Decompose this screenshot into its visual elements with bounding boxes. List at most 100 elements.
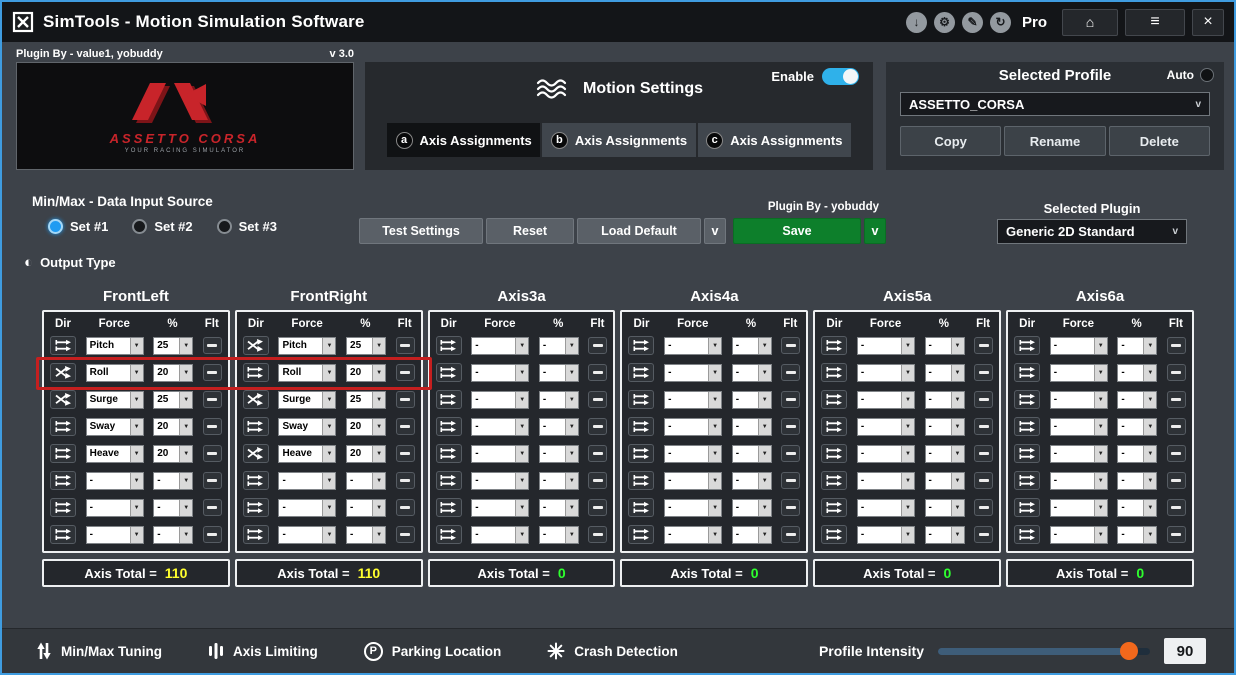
percent-select[interactable]: - ▼ — [1117, 336, 1158, 355]
percent-select[interactable]: - ▼ — [538, 417, 579, 436]
filter-button[interactable] — [202, 418, 222, 435]
filter-button[interactable] — [781, 445, 801, 462]
percent-select[interactable]: - ▼ — [1117, 444, 1158, 463]
percent-select[interactable]: 20 ▼ — [346, 363, 387, 382]
percent-select[interactable]: - ▼ — [731, 363, 772, 382]
tab-axis-assignments-b[interactable]: b Axis Assignments — [542, 123, 696, 157]
direction-toggle-button[interactable] — [435, 444, 462, 463]
direction-toggle-button[interactable] — [821, 525, 848, 544]
filter-button[interactable] — [974, 526, 994, 543]
direction-toggle-button[interactable] — [1014, 498, 1041, 517]
percent-select[interactable]: 20 ▼ — [153, 417, 194, 436]
delete-button[interactable]: Delete — [1108, 126, 1210, 156]
direction-toggle-button[interactable] — [242, 390, 269, 409]
load-default-dropdown-button[interactable]: v — [704, 218, 726, 244]
menu-button[interactable]: ≡ — [1125, 8, 1185, 36]
direction-toggle-button[interactable] — [821, 498, 848, 517]
force-select[interactable]: - ▼ — [471, 498, 530, 517]
direction-toggle-button[interactable] — [1014, 471, 1041, 490]
direction-toggle-button[interactable] — [242, 363, 269, 382]
tab-axis-assignments-c[interactable]: c Axis Assignments — [697, 123, 851, 157]
filter-button[interactable] — [588, 364, 608, 381]
percent-select[interactable]: - ▼ — [731, 417, 772, 436]
force-select[interactable]: - ▼ — [1049, 417, 1108, 436]
filter-button[interactable] — [588, 472, 608, 489]
percent-select[interactable]: - ▼ — [346, 525, 387, 544]
force-select[interactable]: Surge ▼ — [278, 390, 337, 409]
force-select[interactable]: - ▼ — [856, 471, 915, 490]
filter-button[interactable] — [781, 499, 801, 516]
force-select[interactable]: - ▼ — [1049, 444, 1108, 463]
percent-select[interactable]: - ▼ — [731, 525, 772, 544]
filter-button[interactable] — [1166, 499, 1186, 516]
save-dropdown-button[interactable]: v — [864, 218, 886, 244]
direction-toggle-button[interactable] — [628, 363, 655, 382]
force-select[interactable]: - ▼ — [856, 444, 915, 463]
radio-set-2[interactable]: Set #2 — [132, 219, 193, 234]
profile-intensity-slider[interactable] — [938, 642, 1150, 660]
direction-toggle-button[interactable] — [50, 417, 76, 436]
direction-toggle-button[interactable] — [1014, 417, 1041, 436]
parking-location-button[interactable]: P Parking Location — [363, 641, 501, 661]
direction-toggle-button[interactable] — [1014, 363, 1041, 382]
filter-button[interactable] — [1166, 526, 1186, 543]
direction-toggle-button[interactable] — [50, 525, 76, 544]
radio-icon[interactable] — [216, 219, 232, 234]
percent-select[interactable]: - ▼ — [538, 363, 579, 382]
force-select[interactable]: - ▼ — [664, 417, 723, 436]
force-select[interactable]: - ▼ — [664, 363, 723, 382]
filter-button[interactable] — [781, 418, 801, 435]
filter-button[interactable] — [588, 418, 608, 435]
percent-select[interactable]: - ▼ — [731, 336, 772, 355]
filter-button[interactable] — [1166, 418, 1186, 435]
filter-button[interactable] — [1166, 364, 1186, 381]
filter-button[interactable] — [974, 499, 994, 516]
percent-select[interactable]: - ▼ — [153, 525, 194, 544]
direction-toggle-button[interactable] — [821, 390, 848, 409]
direction-toggle-button[interactable] — [628, 498, 655, 517]
radio-set-3[interactable]: Set #3 — [216, 219, 277, 234]
filter-button[interactable] — [588, 391, 608, 408]
force-select[interactable]: - ▼ — [1049, 336, 1108, 355]
force-select[interactable]: - ▼ — [856, 390, 915, 409]
force-select[interactable]: - ▼ — [664, 390, 723, 409]
percent-select[interactable]: - ▼ — [1117, 390, 1158, 409]
percent-select[interactable]: - ▼ — [538, 336, 579, 355]
force-select[interactable]: - ▼ — [278, 498, 337, 517]
filter-button[interactable] — [395, 337, 415, 354]
force-select[interactable]: Sway ▼ — [278, 417, 337, 436]
direction-toggle-button[interactable] — [435, 417, 462, 436]
radio-icon[interactable] — [132, 219, 148, 234]
direction-toggle-button[interactable] — [242, 417, 269, 436]
filter-button[interactable] — [588, 499, 608, 516]
copy-button[interactable]: Copy — [900, 126, 1002, 156]
percent-select[interactable]: - ▼ — [924, 471, 965, 490]
force-select[interactable]: - ▼ — [471, 363, 530, 382]
direction-toggle-button[interactable] — [435, 390, 462, 409]
load-default-button[interactable]: Load Default — [577, 218, 701, 244]
force-select[interactable]: - ▼ — [856, 363, 915, 382]
direction-toggle-button[interactable] — [242, 471, 269, 490]
force-select[interactable]: - ▼ — [85, 471, 144, 490]
min-max-tuning-button[interactable]: Min/Max Tuning — [36, 642, 162, 660]
close-button[interactable]: × — [1192, 8, 1224, 36]
percent-select[interactable]: - ▼ — [924, 444, 965, 463]
direction-toggle-button[interactable] — [50, 390, 76, 409]
auto-option[interactable]: Auto — [1167, 68, 1214, 82]
radio-set-1[interactable]: Set #1 — [48, 219, 108, 234]
force-select[interactable]: - ▼ — [856, 525, 915, 544]
settings-icon[interactable]: ⚙ — [933, 11, 955, 33]
percent-select[interactable]: - ▼ — [538, 498, 579, 517]
test-settings-button[interactable]: Test Settings — [359, 218, 483, 244]
filter-button[interactable] — [781, 337, 801, 354]
direction-toggle-button[interactable] — [821, 336, 848, 355]
percent-select[interactable]: - ▼ — [1117, 471, 1158, 490]
filter-button[interactable] — [395, 391, 415, 408]
filter-button[interactable] — [202, 472, 222, 489]
direction-toggle-button[interactable] — [242, 336, 269, 355]
direction-toggle-button[interactable] — [50, 363, 76, 382]
force-select[interactable]: - ▼ — [278, 525, 337, 544]
percent-select[interactable]: - ▼ — [924, 390, 965, 409]
direction-toggle-button[interactable] — [435, 525, 462, 544]
percent-select[interactable]: 25 ▼ — [153, 390, 194, 409]
